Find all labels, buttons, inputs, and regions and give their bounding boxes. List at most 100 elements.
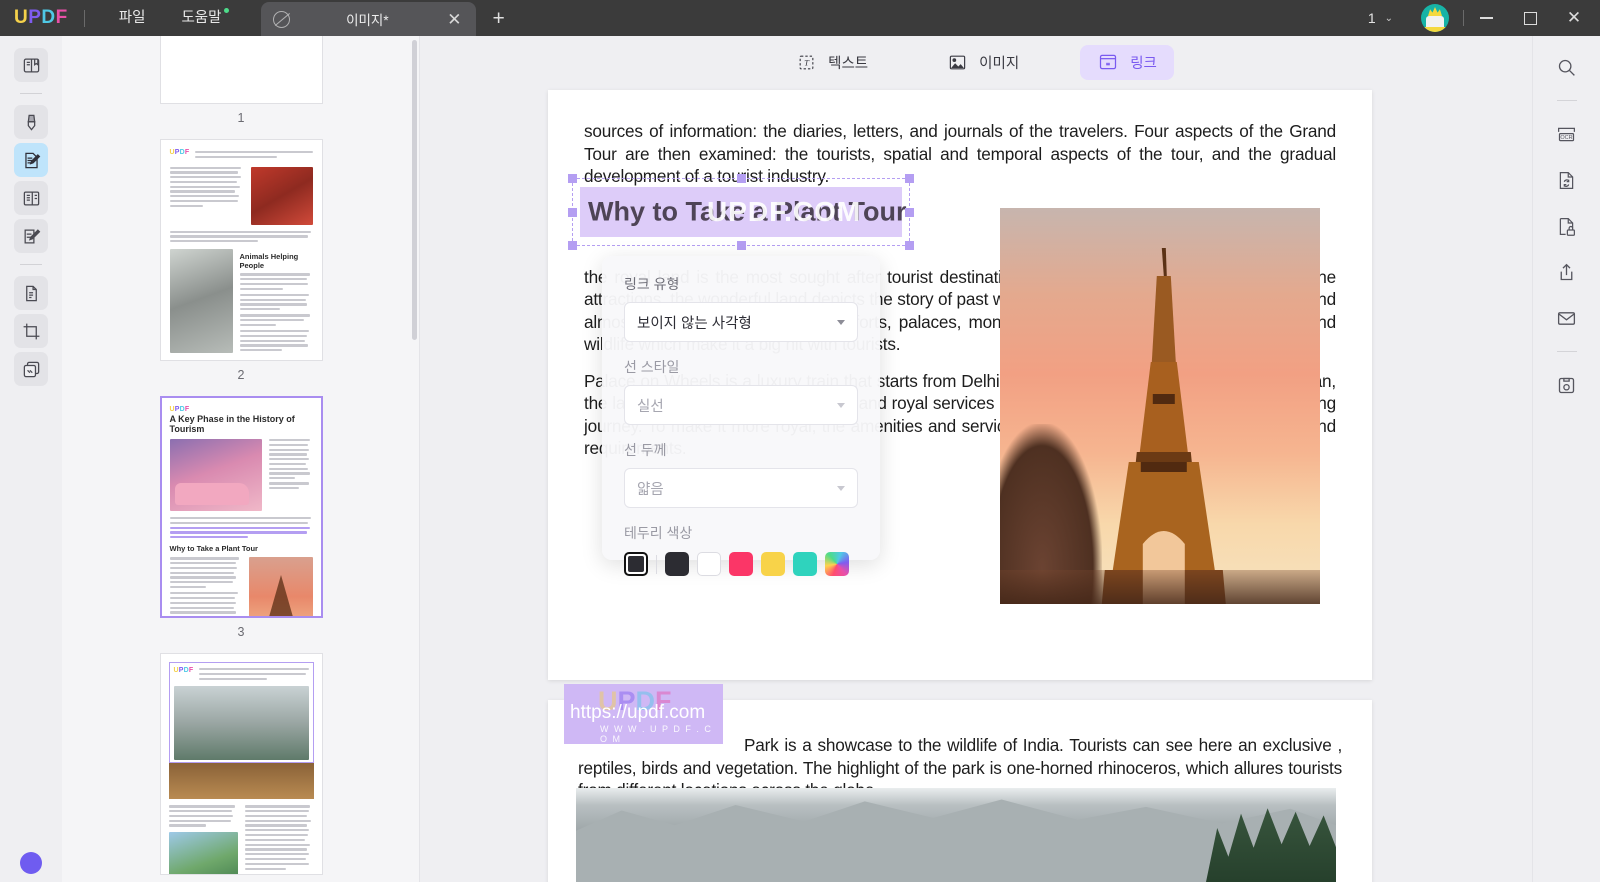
thumbnail-page-3-preview: UPDF A Key Phase in the History of Touri… [160,396,323,618]
search-icon[interactable] [1552,52,1582,82]
tool-image[interactable]: 이미지 [929,45,1036,80]
chevron-down-icon-line-width [837,486,845,491]
avatar[interactable] [1421,4,1449,32]
thumbnail-page-3[interactable]: UPDF A Key Phase in the History of Touri… [160,396,323,653]
sidebar-item-page-tools[interactable] [14,276,48,310]
link-type-select[interactable]: 보이지 않는 사각형 [624,302,858,342]
resize-handle-nw[interactable] [568,174,577,183]
main-content-area: T 텍스트 이미지 링크 [420,36,1532,882]
thumbnail-updf-logo-p4: UPDF [174,667,194,682]
email-icon[interactable] [1552,303,1582,333]
link-annotation[interactable]: UPDF https://updf.com W W W . U P D F . … [564,684,723,744]
sidebar-item-annotate[interactable] [14,219,48,253]
eiffel-ground [1000,570,1320,604]
line-width-label: 선 두께 [624,440,858,460]
protect-icon[interactable] [1552,211,1582,241]
sidebar-item-crop[interactable] [14,314,48,348]
svg-text:OCR: OCR [1560,135,1572,141]
tool-link[interactable]: 링크 [1080,45,1174,80]
updf-watermark-www: W W W . U P D F . C O M [600,724,723,744]
eiffel-tower-image[interactable] [1000,208,1320,604]
chevron-down-icon: ⌄ [1385,13,1393,24]
left-tool-rail [0,36,62,882]
minimize-icon[interactable] [1464,0,1508,36]
resize-handle-w[interactable] [568,208,577,217]
title-divider [84,10,85,27]
page-tools-icon [22,284,41,303]
updf-logo: U P D F [14,7,68,29]
swatch-yellow[interactable] [761,552,785,576]
menu-help-label: 도움말 [181,10,221,26]
sidebar-item-edit-pdf[interactable] [14,143,48,177]
thumbnail-page-2-preview: UPDF [160,139,323,361]
selected-heading-box[interactable]: Why to Take a Plant Tour UPDF.COM [572,178,910,246]
thumbnail-page-2[interactable]: UPDF [160,139,323,396]
menu-help-badge-dot [224,8,229,13]
save-icon[interactable] [1552,370,1582,400]
help-button[interactable] [20,852,42,874]
resize-handle-n[interactable] [737,174,746,183]
document-tab-title: 이미지* [290,9,444,29]
resize-handle-s[interactable] [737,241,746,250]
logo-letter-d: D [41,7,55,29]
resize-handle-se[interactable] [905,241,914,250]
swatch-white[interactable] [697,552,721,576]
link-type-value: 보이지 않는 사각형 [637,312,837,333]
thumbnail-page-4[interactable]: UPDF [160,653,323,882]
convert-icon[interactable] [1552,165,1582,195]
no-entry-icon [273,11,290,28]
window-close-icon[interactable]: ✕ [1552,0,1596,36]
sidebar-item-batch[interactable] [14,352,48,386]
maximize-icon[interactable] [1508,0,1552,36]
logo-letter-f: F [56,7,68,29]
ocr-icon[interactable]: OCR [1552,119,1582,149]
thumbnail-updf-logo-p3: UPDF [170,406,313,413]
thumbnail-page-3-subheading: Why to Take a Plant Tour [170,544,313,553]
thumbnail-page-3-heading: A Key Phase in the History of Tourism [170,414,313,434]
resize-handle-ne[interactable] [905,174,914,183]
menu-help[interactable]: 도움말 [163,0,239,36]
link-properties-popup[interactable]: 링크 유형 보이지 않는 사각형 선 스타일 실선 선 두께 얇음 테두리 색상 [602,256,880,560]
thumbnail-page-1-number: 1 [160,104,323,139]
swatch-teal[interactable] [793,552,817,576]
close-icon[interactable]: ✕ [444,11,464,28]
line-style-label: 선 스타일 [624,357,858,377]
page-heading[interactable]: Why to Take a Plant Tour [588,197,907,228]
swatch-pink[interactable] [729,552,753,576]
image-icon [946,52,968,72]
tool-image-label: 이미지 [979,52,1019,73]
resize-handle-e[interactable] [905,208,914,217]
sidebar-item-organize-pages[interactable] [14,181,48,215]
sidebar-item-bookmark-reader[interactable] [14,48,48,82]
page-count-dropdown[interactable]: 1 ⌄ [1354,10,1407,26]
new-tab-button[interactable]: + [492,2,504,36]
line-style-select[interactable]: 실선 [624,385,858,425]
tool-text[interactable]: T 텍스트 [778,45,885,80]
bookmark-reader-icon [22,56,41,75]
line-width-select[interactable]: 얇음 [624,468,858,508]
border-color-label: 테두리 색상 [624,523,858,543]
document-tab[interactable]: 이미지* ✕ [261,2,476,36]
thumbnail-page-3-number: 3 [160,618,323,653]
share-icon[interactable] [1552,257,1582,287]
right-rail-separator-2 [1557,351,1577,352]
link-annotation-url: https://updf.com [570,702,705,724]
sidebar-item-highlighter[interactable] [14,105,48,139]
mountain-lake-image[interactable] [576,788,1336,882]
line-width-value: 얇음 [637,478,837,499]
menu-file[interactable]: 파일 [101,0,164,36]
thumbnail-page-1[interactable]: 1 [160,36,323,139]
swatch-black[interactable] [665,552,689,576]
title-bar-right: 1 ⌄ ✕ [1354,0,1600,36]
thumbnail-panel[interactable]: 1 UPDF [62,36,420,882]
thumbnail-page-2-heading: Animals Helping People [240,252,313,270]
tool-text-label: 텍스트 [828,52,868,73]
crop-icon [22,322,41,341]
thumbnail-page-1-preview [160,36,323,104]
line-style-value: 실선 [637,395,837,416]
rail-separator-2 [20,264,42,265]
swatch-selected-black[interactable] [624,552,648,576]
logo-letter-p: P [28,7,41,29]
resize-handle-sw[interactable] [568,241,577,250]
swatch-rainbow[interactable] [825,552,849,576]
